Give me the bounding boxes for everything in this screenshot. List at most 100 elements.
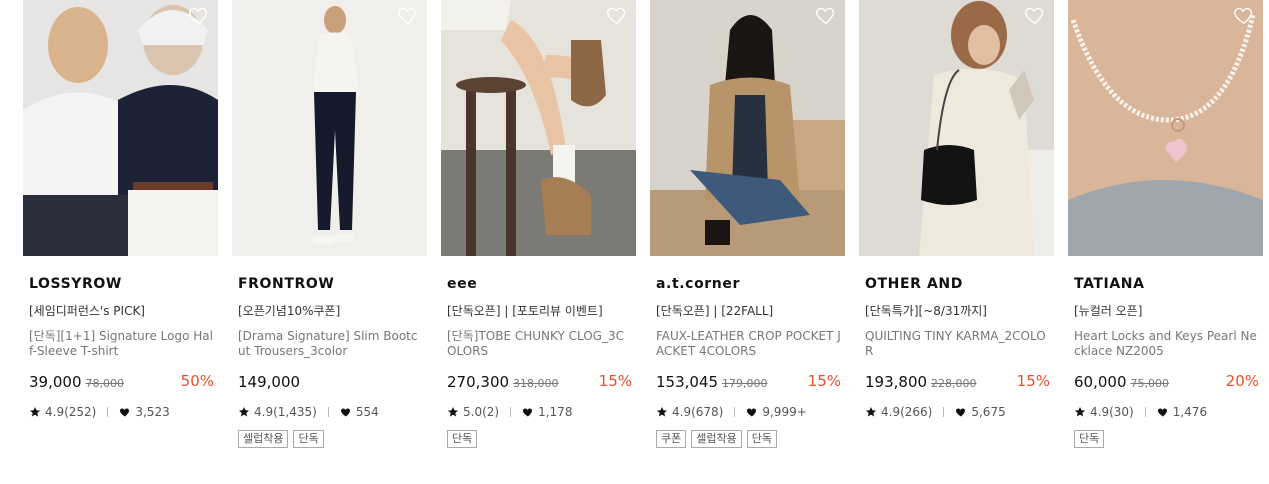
chunky-clog-legs-photo — [441, 0, 636, 256]
heart-filled-icon — [340, 406, 352, 418]
brand-name[interactable]: a.t.corner — [656, 275, 841, 293]
heart-filled-icon — [746, 406, 758, 418]
heart-filled-icon — [1157, 406, 1169, 418]
wishlist-button[interactable] — [815, 4, 837, 26]
star-icon — [865, 406, 877, 418]
product-card[interactable]: FRONTROW [오픈기념10%쿠폰] [Drama Signature] S… — [232, 0, 427, 448]
product-image[interactable] — [441, 0, 636, 256]
wishlist-button[interactable] — [1233, 4, 1255, 26]
divider — [510, 407, 512, 417]
heart-outline-icon — [189, 7, 208, 25]
tag-list: 단독 — [447, 430, 632, 448]
price-row: 149,000 — [238, 372, 423, 392]
product-grid: LOSSYROW [세임디퍼런스's PICK] [단독][1+1] Signa… — [23, 0, 1263, 448]
product-card[interactable]: LOSSYROW [세임디퍼런스's PICK] [단독][1+1] Signa… — [23, 0, 218, 448]
product-image[interactable] — [859, 0, 1054, 256]
pearl-necklace-photo — [1068, 0, 1263, 256]
star-icon — [238, 406, 250, 418]
likes-count: 5,675 — [971, 405, 1006, 419]
brand-name[interactable]: LOSSYROW — [29, 275, 214, 293]
star-icon — [447, 406, 459, 418]
likes-count: 9,999+ — [762, 405, 807, 419]
product-name[interactable]: [단독]TOBE CHUNKY CLOG_3COLORS — [447, 329, 632, 359]
tag-list: 셀럽착용 단독 — [238, 430, 423, 448]
product-image[interactable] — [1068, 0, 1263, 256]
product-card[interactable]: eee [단독오픈] | [포토리뷰 이벤트] [단독]TOBE CHUNKY … — [441, 0, 636, 448]
promo-text: [단독오픈] | [포토리뷰 이벤트] — [447, 304, 603, 318]
product-name[interactable]: [단독][1+1] Signature Logo Half-Sleeve T-s… — [29, 329, 214, 359]
discount-rate: 20% — [1225, 372, 1259, 390]
product-name[interactable]: FAUX-LEATHER CROP POCKET JACKET 4COLORS — [656, 329, 841, 359]
promo-text: [단독특가][~8/31까지] — [865, 304, 987, 318]
sale-price: 39,000 — [29, 373, 82, 391]
original-price: 179,000 — [722, 377, 768, 390]
divider — [734, 407, 736, 417]
price-row: 60,000 75,000 20% — [1074, 372, 1259, 392]
product-name[interactable]: [Drama Signature] Slim Bootcut Trousers_… — [238, 329, 423, 359]
heart-outline-icon — [607, 7, 626, 25]
likes-count: 3,523 — [135, 405, 170, 419]
divider — [107, 407, 109, 417]
wishlist-button[interactable] — [1024, 4, 1046, 26]
product-name[interactable]: Heart Locks and Keys Pearl Necklace NZ20… — [1074, 329, 1259, 359]
rating-text: 5.0(2) — [463, 405, 500, 419]
likes-count: 1,178 — [538, 405, 573, 419]
likes-count: 554 — [355, 405, 379, 419]
discount-rate: 50% — [180, 372, 214, 390]
sale-price: 153,045 — [656, 373, 719, 391]
heart-filled-icon — [119, 406, 131, 418]
product-image[interactable] — [232, 0, 427, 256]
product-image[interactable] — [650, 0, 845, 256]
review-meta: 4.9(678) 9,999+ — [656, 404, 841, 420]
wishlist-button[interactable] — [188, 4, 210, 26]
heart-outline-icon — [816, 7, 835, 25]
rating-text: 4.9(30) — [1090, 405, 1134, 419]
review-meta: 4.9(1,435) 554 — [238, 404, 423, 420]
star-icon — [29, 406, 41, 418]
model-black-trousers-photo — [232, 0, 427, 256]
product-card[interactable]: OTHER AND [단독특가][~8/31까지] QUILTING TINY … — [859, 0, 1054, 448]
sale-price: 270,300 — [447, 373, 510, 391]
promo-text: [단독오픈] | [22FALL] — [656, 304, 774, 318]
product-tag: 단독 — [1074, 430, 1105, 448]
star-icon — [1074, 406, 1086, 418]
divider — [1144, 407, 1146, 417]
review-meta: 4.9(266) 5,675 — [865, 404, 1050, 420]
price-row: 39,000 78,000 50% — [29, 372, 214, 392]
original-price: 318,000 — [513, 377, 559, 390]
wishlist-button[interactable] — [397, 4, 419, 26]
wishlist-button[interactable] — [606, 4, 628, 26]
discount-rate: 15% — [598, 372, 632, 390]
brand-name[interactable]: TATIANA — [1074, 275, 1259, 293]
review-meta: 4.9(252) 3,523 — [29, 404, 214, 420]
price-row: 270,300 318,000 15% — [447, 372, 632, 392]
discount-rate: 15% — [807, 372, 841, 390]
rating-text: 4.9(252) — [45, 405, 97, 419]
product-card[interactable]: TATIANA [뉴컬러 오픈] Heart Locks and Keys Pe… — [1068, 0, 1263, 448]
product-tag: 단독 — [447, 430, 478, 448]
brand-name[interactable]: OTHER AND — [865, 275, 1050, 293]
sale-price: 149,000 — [238, 373, 301, 391]
rating-text: 4.9(266) — [881, 405, 933, 419]
sale-price: 193,800 — [865, 373, 928, 391]
quilted-bag-model-photo — [859, 0, 1054, 256]
product-card[interactable]: a.t.corner [단독오픈] | [22FALL] FAUX-LEATHE… — [650, 0, 845, 448]
price-row: 193,800 228,000 15% — [865, 372, 1050, 392]
discount-rate: 15% — [1016, 372, 1050, 390]
heart-outline-icon — [398, 7, 417, 25]
product-image[interactable] — [23, 0, 218, 256]
brand-name[interactable]: eee — [447, 275, 632, 293]
two-models-tshirts-photo — [23, 0, 218, 256]
heart-outline-icon — [1234, 7, 1253, 25]
product-tag: 쿠폰 — [656, 430, 687, 448]
tag-list — [29, 430, 214, 448]
brand-name[interactable]: FRONTROW — [238, 275, 423, 293]
heart-outline-icon — [1025, 7, 1044, 25]
heart-filled-icon — [522, 406, 534, 418]
original-price: 78,000 — [85, 377, 125, 390]
rating-text: 4.9(678) — [672, 405, 724, 419]
divider — [327, 407, 329, 417]
product-name[interactable]: QUILTING TINY KARMA_2COLOR — [865, 329, 1050, 359]
tag-list — [865, 430, 1050, 448]
promo-text: [뉴컬러 오픈] — [1074, 304, 1143, 318]
